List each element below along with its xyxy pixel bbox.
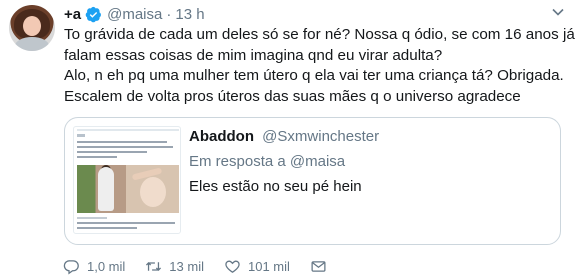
direct-message-button[interactable] bbox=[310, 258, 327, 275]
avatar[interactable] bbox=[9, 5, 55, 51]
tweet-header: +a @maisa · 13 h bbox=[64, 4, 205, 24]
tweet-line: To grávida de cada um deles só se for né… bbox=[64, 26, 575, 43]
author-handle[interactable]: @maisa bbox=[107, 6, 162, 23]
reply-icon bbox=[63, 259, 79, 274]
tweet-text: To grávida de cada um deles só se for né… bbox=[64, 25, 575, 107]
quoted-image[interactable] bbox=[73, 126, 181, 234]
reply-context: Em resposta a @maisa bbox=[189, 153, 346, 170]
retweet-count: 13 mil bbox=[169, 258, 204, 274]
timestamp[interactable]: 13 h bbox=[175, 6, 204, 23]
quoted-display-name[interactable]: Abaddon bbox=[189, 128, 254, 145]
retweet-button[interactable]: 13 mil bbox=[145, 258, 204, 275]
quoted-handle[interactable]: @Sxmwinchester bbox=[262, 128, 379, 145]
reply-button[interactable]: 1,0 mil bbox=[63, 258, 125, 275]
separator-dot: · bbox=[166, 5, 172, 23]
like-button[interactable]: 101 mil bbox=[224, 258, 290, 275]
action-bar: 1,0 mil 13 mil 101 mil bbox=[63, 256, 347, 276]
quoted-tweet[interactable]: Abaddon @Sxmwinchester Em resposta a @ma… bbox=[64, 117, 561, 245]
chevron-down-icon[interactable] bbox=[552, 8, 564, 16]
retweet-icon bbox=[146, 261, 162, 271]
display-name[interactable]: +a bbox=[64, 6, 81, 23]
like-icon bbox=[225, 260, 240, 273]
direct-message-icon bbox=[311, 260, 326, 272]
verified-icon bbox=[85, 6, 102, 22]
quoted-header: Abaddon @Sxmwinchester bbox=[189, 128, 379, 145]
like-count: 101 mil bbox=[247, 258, 290, 274]
tweet-line: falam essas coisas de mim imagina qnd eu… bbox=[64, 46, 443, 64]
tweet-line: Escalem de volta pros úteros das suas mã… bbox=[64, 87, 521, 105]
tweet-line: Alo, n eh pq uma mulher tem útero q ela … bbox=[64, 67, 564, 84]
reply-count: 1,0 mil bbox=[87, 258, 126, 274]
quoted-text: Eles estão no seu pé hein bbox=[189, 178, 362, 195]
